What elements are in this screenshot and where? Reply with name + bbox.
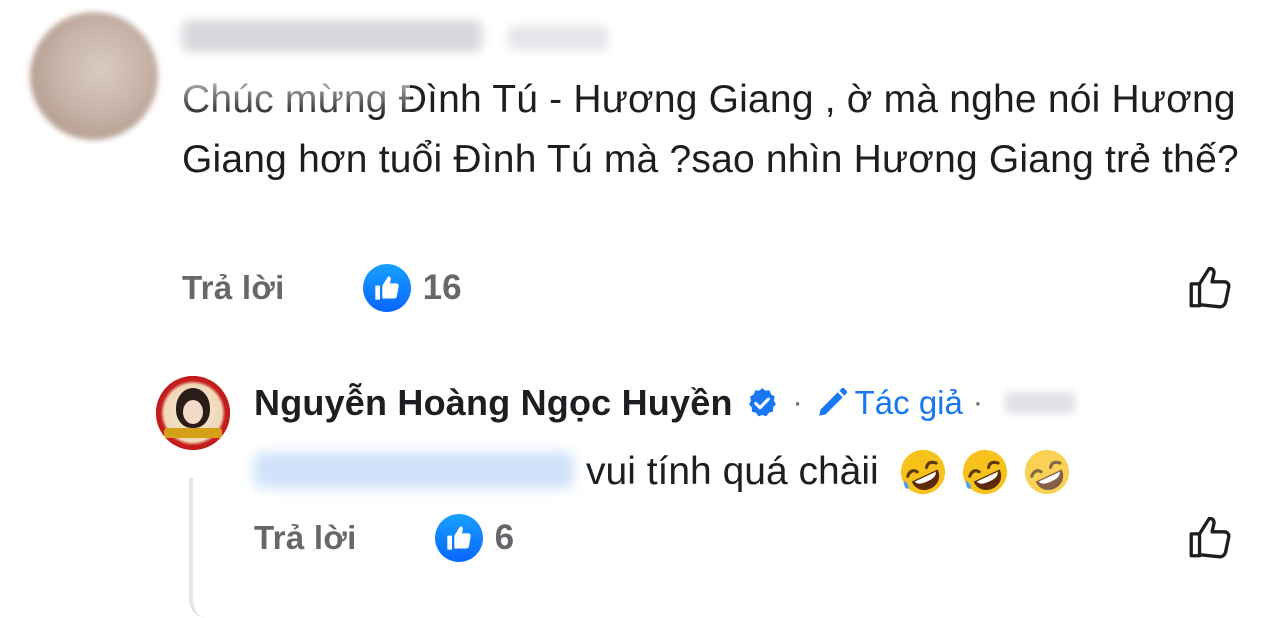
reply-header: Nguyễn Hoàng Ngọc Huyền · Tác giả · [254, 382, 1075, 424]
rolling-laughing-emoji-icon [962, 449, 1007, 495]
comment-time-blurred [508, 26, 608, 50]
tagged-user-blurred[interactable] [254, 452, 574, 488]
thumbs-up-outline-icon [1189, 516, 1231, 559]
comment-actions: Trả lời 16 [182, 264, 462, 312]
separator-dot: · [792, 386, 803, 419]
comment-like-count[interactable]: 16 [423, 268, 462, 308]
comment-reply-button[interactable]: Trả lời [182, 269, 285, 307]
like-reaction-icon[interactable] [362, 264, 411, 312]
reply-text-row: vui tính quá chàii [586, 446, 1073, 498]
commenter-name-blurred[interactable] [182, 20, 482, 52]
rolling-laughing-emoji-icon [900, 449, 945, 495]
commenter-avatar[interactable] [30, 12, 158, 140]
thumbs-up-outline-icon [1189, 266, 1231, 309]
reply-like-button[interactable] [1186, 512, 1236, 567]
verified-badge-icon [748, 388, 776, 417]
reply-author-avatar[interactable] [156, 376, 230, 450]
reply-thread-line [189, 478, 213, 618]
reply-reply-button[interactable]: Trả lời [254, 519, 357, 557]
comment-like-button[interactable] [1186, 262, 1236, 317]
reply-like-count[interactable]: 6 [495, 518, 514, 558]
author-tag-label: Tác giả [854, 384, 963, 421]
reply-text: vui tính quá chàii [586, 450, 879, 493]
reply-time-blurred [1004, 392, 1075, 414]
separator-dot-2: · [972, 386, 983, 419]
pencil-icon [818, 387, 847, 416]
comment-text: Chúc mừng Đình Tú - Hương Giang , ờ mà n… [182, 78, 1239, 181]
author-tag: Tác giả [815, 384, 963, 422]
reply-actions: Trả lời 6 [254, 514, 514, 562]
reply-author-name[interactable]: Nguyễn Hoàng Ngọc Huyền [254, 382, 733, 424]
rolling-laughing-emoji-icon [1024, 449, 1069, 495]
like-reaction-icon[interactable] [434, 514, 483, 562]
